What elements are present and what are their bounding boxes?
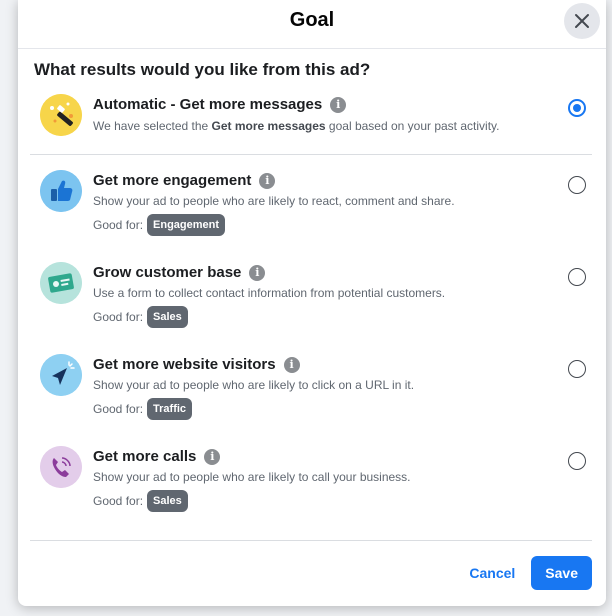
info-icon[interactable]: i	[259, 172, 276, 189]
goal-tag-badge: Engagement	[147, 214, 226, 236]
radio-website-visitors[interactable]	[568, 360, 586, 378]
option-title: Get more engagement i	[93, 172, 276, 189]
goal-tag-badge: Sales	[147, 490, 188, 512]
option-title: Grow customer base i	[93, 264, 266, 281]
radio-automatic[interactable]	[568, 99, 586, 117]
goal-dialog: Goal What results would you like from th…	[18, 0, 606, 606]
thumbs-up-icon	[40, 170, 82, 212]
background-right-strip	[606, 0, 612, 616]
good-for-label: Good for:	[93, 494, 144, 508]
magic-wand-icon	[40, 94, 82, 136]
good-for-row: Good for: Traffic	[93, 398, 193, 420]
close-button[interactable]	[564, 3, 600, 39]
option-description: Show your ad to people who are likely to…	[93, 194, 455, 208]
desc-prefix: We have selected the	[93, 119, 212, 133]
info-icon[interactable]: i	[249, 264, 266, 281]
dialog-title: Goal	[289, 9, 335, 31]
desc-bold: Get more messages	[211, 119, 326, 133]
option-description: Show your ad to people who are likely to…	[93, 470, 411, 484]
good-for-label: Good for:	[93, 218, 144, 232]
desc-suffix: goal based on your past activity.	[325, 119, 500, 133]
option-description: Use a form to collect contact informatio…	[93, 286, 446, 300]
option-title-text: Get more website visitors	[93, 356, 276, 373]
close-icon	[575, 14, 589, 28]
background-left-strip	[0, 0, 18, 616]
save-button[interactable]: Save	[531, 556, 592, 590]
dialog-header: Goal	[18, 0, 606, 49]
divider	[30, 154, 592, 155]
good-for-label: Good for:	[93, 402, 144, 416]
goal-tag-badge: Sales	[147, 306, 188, 328]
option-title-text: Get more engagement	[93, 172, 252, 189]
question-heading: What results would you like from this ad…	[34, 60, 371, 79]
option-title: Get more website visitors i	[93, 356, 300, 373]
goal-tag-badge: Traffic	[147, 398, 193, 420]
cancel-button[interactable]: Cancel	[461, 557, 523, 589]
dialog-footer: Cancel Save	[461, 556, 592, 590]
option-title: Get more calls i	[93, 448, 221, 465]
contact-card-icon	[40, 262, 82, 304]
footer-divider	[30, 540, 592, 541]
option-title-text: Get more calls	[93, 448, 197, 465]
radio-calls[interactable]	[568, 452, 586, 470]
option-description: Show your ad to people who are likely to…	[93, 378, 415, 392]
info-icon[interactable]: i	[330, 96, 347, 113]
good-for-row: Good for: Sales	[93, 306, 188, 328]
radio-customer-base[interactable]	[568, 268, 586, 286]
option-title-text: Automatic - Get more messages	[93, 96, 323, 113]
option-title-text: Grow customer base	[93, 264, 242, 281]
option-description: We have selected the Get more messages g…	[93, 119, 499, 133]
info-icon[interactable]: i	[204, 448, 221, 465]
option-title: Automatic - Get more messages i	[93, 96, 347, 113]
good-for-label: Good for:	[93, 310, 144, 324]
good-for-row: Good for: Sales	[93, 490, 188, 512]
phone-icon	[40, 446, 82, 488]
radio-engagement[interactable]	[568, 176, 586, 194]
good-for-row: Good for: Engagement	[93, 214, 226, 236]
info-icon[interactable]: i	[283, 356, 300, 373]
cursor-click-icon	[40, 354, 82, 396]
